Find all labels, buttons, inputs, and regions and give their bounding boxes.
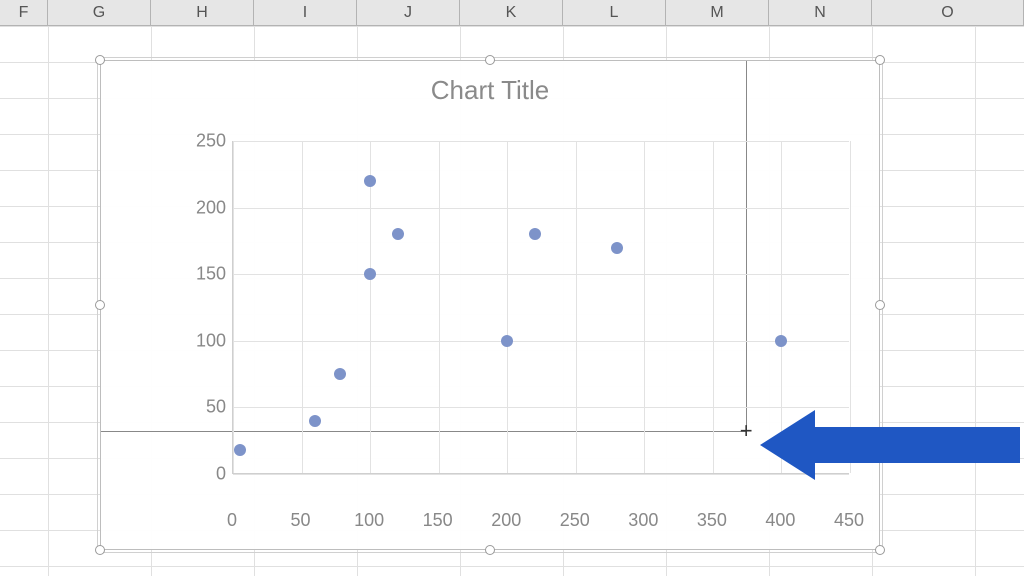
data-point[interactable] (364, 175, 376, 187)
plot-area[interactable] (232, 141, 849, 474)
resize-handle-bottom-right[interactable] (875, 545, 885, 555)
y-tick-label: 100 (168, 330, 226, 351)
column-header-f[interactable]: F (0, 0, 48, 25)
column-header-j[interactable]: J (357, 0, 460, 25)
x-tick-label: 300 (628, 504, 658, 531)
chart-title[interactable]: Chart Title (101, 61, 879, 112)
resize-handle-top-left[interactable] (95, 55, 105, 65)
resize-handle-mid-left[interactable] (95, 300, 105, 310)
resize-handle-bottom-mid[interactable] (485, 545, 495, 555)
y-tick-label: 150 (168, 264, 226, 285)
resize-handle-top-mid[interactable] (485, 55, 495, 65)
column-header-g[interactable]: G (48, 0, 151, 25)
gridline-vertical (302, 141, 303, 473)
gridline-horizontal (233, 274, 849, 275)
data-point[interactable] (392, 228, 404, 240)
x-tick-label: 150 (423, 504, 453, 531)
gridline-horizontal (233, 208, 849, 209)
gridline-horizontal (233, 341, 849, 342)
gridline-vertical (576, 141, 577, 473)
data-point[interactable] (501, 335, 513, 347)
x-tick-label: 100 (354, 504, 384, 531)
resize-handle-mid-right[interactable] (875, 300, 885, 310)
column-headers: FGHIJKLMNO (0, 0, 1024, 26)
gridline-horizontal (233, 407, 849, 408)
column-header-l[interactable]: L (563, 0, 666, 25)
column-header-h[interactable]: H (151, 0, 254, 25)
column-header-i[interactable]: I (254, 0, 357, 25)
gridline-horizontal (233, 141, 849, 142)
x-tick-label: 50 (291, 504, 311, 531)
y-tick-label: 200 (168, 197, 226, 218)
x-tick-label: 200 (491, 504, 521, 531)
y-tick-label: 250 (168, 131, 226, 152)
data-point[interactable] (364, 268, 376, 280)
crosshair-cursor-icon: + (740, 420, 753, 442)
x-tick-label: 350 (697, 504, 727, 531)
y-tick-label: 0 (168, 464, 226, 485)
x-tick-label: 450 (834, 504, 864, 531)
data-point[interactable] (234, 444, 246, 456)
column-header-o[interactable]: O (872, 0, 1024, 25)
data-point[interactable] (611, 242, 623, 254)
gridline-vertical (507, 141, 508, 473)
column-header-m[interactable]: M (666, 0, 769, 25)
gridline-vertical (713, 141, 714, 473)
resize-handle-bottom-left[interactable] (95, 545, 105, 555)
gridline-vertical (644, 141, 645, 473)
x-tick-label: 250 (560, 504, 590, 531)
data-point[interactable] (334, 368, 346, 380)
arrow-annotation-icon (760, 405, 1020, 485)
resize-handle-top-right[interactable] (875, 55, 885, 65)
x-tick-label: 400 (765, 504, 795, 531)
data-point[interactable] (775, 335, 787, 347)
column-header-k[interactable]: K (460, 0, 563, 25)
gridline-vertical (439, 141, 440, 473)
data-point[interactable] (529, 228, 541, 240)
y-tick-label: 50 (168, 397, 226, 418)
gridline-vertical (370, 141, 371, 473)
data-point[interactable] (309, 415, 321, 427)
x-tick-label: 0 (227, 504, 237, 531)
plot-wrap: 050100150200250 050100150200250300350400… (168, 131, 859, 504)
column-header-n[interactable]: N (769, 0, 872, 25)
gridline-vertical (233, 141, 234, 473)
gridline-horizontal (233, 474, 849, 475)
